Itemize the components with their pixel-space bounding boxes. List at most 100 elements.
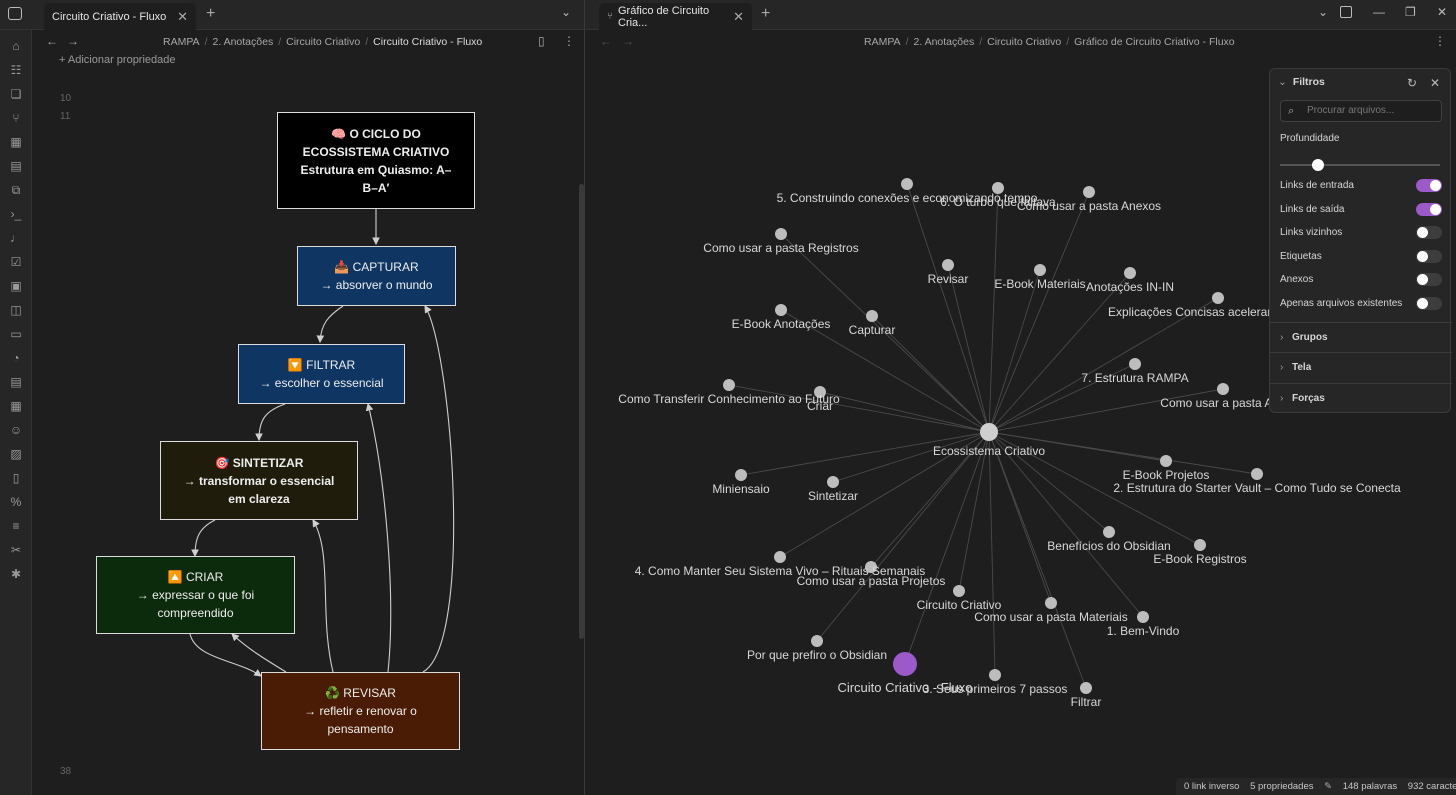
graph-node[interactable] (942, 259, 954, 271)
forward-arrow-icon[interactable]: → (67, 34, 79, 48)
flow-node-sintetizar[interactable]: 🎯 SINTETIZAR → transformar o essencial e… (160, 441, 358, 520)
graph-view-icon[interactable]: ⑂ (8, 110, 24, 126)
section-groups[interactable]: › Grupos (1270, 322, 1452, 352)
graph-node[interactable] (775, 304, 787, 316)
breadcrumb-item[interactable]: 2. Anotações (913, 36, 974, 48)
graph-node-label[interactable]: Sintetizar (808, 489, 858, 503)
tools-icon[interactable]: ✂ (8, 542, 24, 558)
graph-node-label[interactable]: Circuito Criativo - Fluxo (837, 680, 972, 695)
back-arrow-icon[interactable]: ← (600, 34, 612, 48)
tab-graph[interactable]: ⑂ Gráfico de Circuito Cria... ✕ (599, 3, 752, 30)
flow-node-criar[interactable]: 🔼 CRIAR → expressar o que foi compreendi… (96, 556, 295, 634)
graph-node-label[interactable]: E-Book Registros (1153, 552, 1246, 566)
copy-icon[interactable]: ⧉ (8, 182, 24, 198)
gallery-icon[interactable]: ▨ (8, 446, 24, 462)
graph-node[interactable] (1160, 455, 1172, 467)
document-icon[interactable]: ▤ (8, 374, 24, 390)
graph-node-label[interactable]: 7. Estrutura RAMPA (1081, 371, 1188, 385)
maximize-icon[interactable]: ❐ (1405, 5, 1416, 19)
graph-node[interactable] (1129, 358, 1141, 370)
graph-node-label[interactable]: E-Book Anotações (732, 317, 831, 331)
graph-node-active[interactable] (893, 652, 917, 676)
depth-slider-track[interactable] (1280, 164, 1440, 166)
graph-node-label[interactable]: E-Book Projetos (1123, 468, 1210, 482)
reading-view-icon[interactable]: ▯ (538, 34, 545, 48)
flow-node-filtrar[interactable]: 🔽 FILTRAR → escolher o essencial (238, 344, 405, 404)
minimize-icon[interactable]: — (1373, 5, 1385, 19)
search-input[interactable]: ⌕ Procurar arquivos... (1280, 100, 1442, 122)
sidebar-toggle-icon[interactable] (8, 7, 22, 20)
palette-icon[interactable]: ✱ (8, 566, 24, 582)
section-forces[interactable]: › Forças (1270, 383, 1452, 413)
graph-node-label[interactable]: 1. Bem-Vindo (1107, 624, 1180, 638)
graph-node[interactable] (866, 310, 878, 322)
book-icon[interactable]: ▯ (8, 470, 24, 486)
graph-node[interactable] (775, 228, 787, 240)
outgoing-links-toggle[interactable] (1416, 203, 1442, 216)
list-icon[interactable]: ☷ (8, 62, 24, 78)
graph-node-label[interactable]: Como usar a pasta Ano (1160, 396, 1285, 410)
back-arrow-icon[interactable]: ← (46, 34, 58, 48)
more-options-icon[interactable]: ⋮ (563, 34, 575, 48)
calendar-day-icon[interactable]: ▦ (8, 398, 24, 414)
breadcrumb-item[interactable]: RAMPA (163, 36, 200, 48)
graph-node[interactable] (1217, 383, 1229, 395)
graph-node-label[interactable]: Como usar a pasta Materiais (974, 610, 1127, 624)
flow-node-title[interactable]: 🧠 O CICLO DO ECOSSISTEMA CRIATIVO Estrut… (277, 112, 475, 209)
breadcrumb-item[interactable]: Circuito Criativo (286, 36, 360, 48)
graph-node[interactable] (1124, 267, 1136, 279)
chevron-down-icon[interactable]: ⌄ (1318, 5, 1328, 19)
graph-node-label[interactable]: 2. Estrutura do Starter Vault – Como Tud… (1113, 481, 1400, 495)
graph-node[interactable] (1137, 611, 1149, 623)
graph-node[interactable] (953, 585, 965, 597)
new-tab-icon[interactable]: + (761, 5, 770, 23)
gauge-icon[interactable]: ◔ (8, 350, 24, 366)
graph-node[interactable] (811, 635, 823, 647)
forward-arrow-icon[interactable]: → (622, 34, 634, 48)
attachments-toggle[interactable] (1416, 273, 1442, 286)
chevron-down-icon[interactable]: ⌄ (561, 5, 571, 19)
neighbor-links-toggle[interactable] (1416, 226, 1442, 239)
breadcrumb-item[interactable]: RAMPA (864, 36, 901, 48)
tags-toggle[interactable] (1416, 250, 1442, 263)
graph-node-label[interactable]: Filtrar (1071, 695, 1102, 709)
calendar-icon[interactable]: ▤ (8, 158, 24, 174)
existing-files-toggle[interactable] (1416, 297, 1442, 310)
close-icon[interactable]: ✕ (1430, 76, 1440, 90)
graph-node[interactable] (735, 469, 747, 481)
close-icon[interactable]: ✕ (733, 9, 744, 25)
graph-node[interactable] (1194, 539, 1206, 551)
right-sidebar-icon[interactable] (1340, 6, 1352, 18)
home-icon[interactable]: ⌂ (8, 38, 24, 54)
graph-node-label[interactable]: E-Book Materiais (994, 277, 1085, 291)
graph-node[interactable] (989, 669, 1001, 681)
bot-icon[interactable]: ☺ (8, 422, 24, 438)
flow-node-capturar[interactable]: 📥 CAPTURAR → absorver o mundo (297, 246, 456, 306)
new-tab-icon[interactable]: + (206, 5, 215, 23)
graph-node[interactable] (1045, 597, 1057, 609)
graph-node-center[interactable] (980, 423, 998, 441)
breadcrumb-item[interactable]: Circuito Criativo (987, 36, 1061, 48)
percent-icon[interactable]: % (8, 494, 24, 510)
graph-node[interactable] (827, 476, 839, 488)
graph-node[interactable] (901, 178, 913, 190)
depth-slider-handle[interactable] (1312, 159, 1325, 171)
graph-node[interactable] (1080, 682, 1092, 694)
breadcrumb-item[interactable]: Gráfico de Circuito Criativo - Fluxo (1074, 36, 1234, 48)
graph-node[interactable] (774, 551, 786, 563)
more-options-icon[interactable]: ⋮ (1434, 34, 1446, 48)
backlinks-count[interactable]: 0 link inverso (1184, 781, 1239, 792)
flow-node-revisar[interactable]: ♻️ REVISAR → refletir e renovar o pensam… (261, 672, 460, 750)
graph-node[interactable] (1251, 468, 1263, 480)
breadcrumb-item[interactable]: 2. Anotações (212, 36, 273, 48)
files-icon[interactable]: ❏ (8, 86, 24, 102)
properties-count[interactable]: 5 propriedades (1250, 781, 1313, 792)
graph-node-label[interactable]: Anotações IN-IN (1086, 280, 1174, 294)
canvas-icon[interactable]: ▦ (8, 134, 24, 150)
incoming-links-toggle[interactable] (1416, 179, 1442, 192)
window-icon[interactable]: ▭ (8, 326, 24, 342)
graph-node-label[interactable]: Miniensaio (712, 482, 769, 496)
graph-node-label[interactable]: Revisar (928, 272, 969, 286)
graph-node-label[interactable]: Benefícios do Obsidian (1047, 539, 1170, 553)
graph-node-label[interactable]: Como usar a pasta Anexos (1017, 199, 1161, 213)
